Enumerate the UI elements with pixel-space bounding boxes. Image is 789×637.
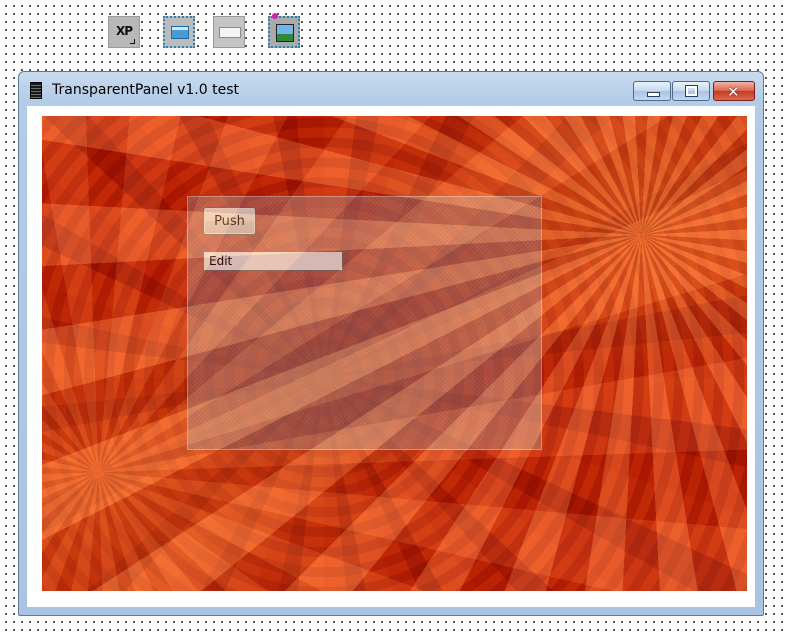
client-area: Push — [27, 106, 755, 607]
edit-field[interactable] — [203, 251, 343, 271]
transparent-panel: Push — [187, 196, 542, 450]
minimize-button[interactable] — [633, 81, 671, 101]
xp-manifest-icon-label: XP — [115, 24, 133, 38]
maximize-icon — [685, 85, 698, 97]
image-component[interactable] — [268, 13, 300, 48]
image-component-icon — [276, 24, 294, 42]
edit-component[interactable] — [213, 16, 245, 48]
xp-manifest-component[interactable]: XP — [108, 16, 140, 48]
transparent-panel-icon — [171, 26, 189, 39]
close-icon: ✕ — [727, 83, 740, 101]
close-button[interactable]: ✕ — [713, 81, 755, 101]
window-title: TransparentPanel v1.0 test — [52, 82, 239, 98]
shortcut-arrow-icon — [130, 39, 135, 44]
title-bar[interactable]: TransparentPanel v1.0 test ✕ — [19, 72, 763, 106]
selection-marker-icon — [272, 13, 278, 19]
edit-component-icon — [219, 27, 241, 38]
minimize-icon — [647, 92, 660, 97]
push-button[interactable]: Push — [203, 207, 256, 235]
transparent-panel-component[interactable] — [163, 16, 195, 48]
flower-background-image: Push — [42, 116, 747, 591]
film-strip-icon[interactable] — [30, 82, 42, 99]
app-window: TransparentPanel v1.0 test ✕ Push — [18, 71, 764, 616]
maximize-button[interactable] — [672, 81, 710, 101]
